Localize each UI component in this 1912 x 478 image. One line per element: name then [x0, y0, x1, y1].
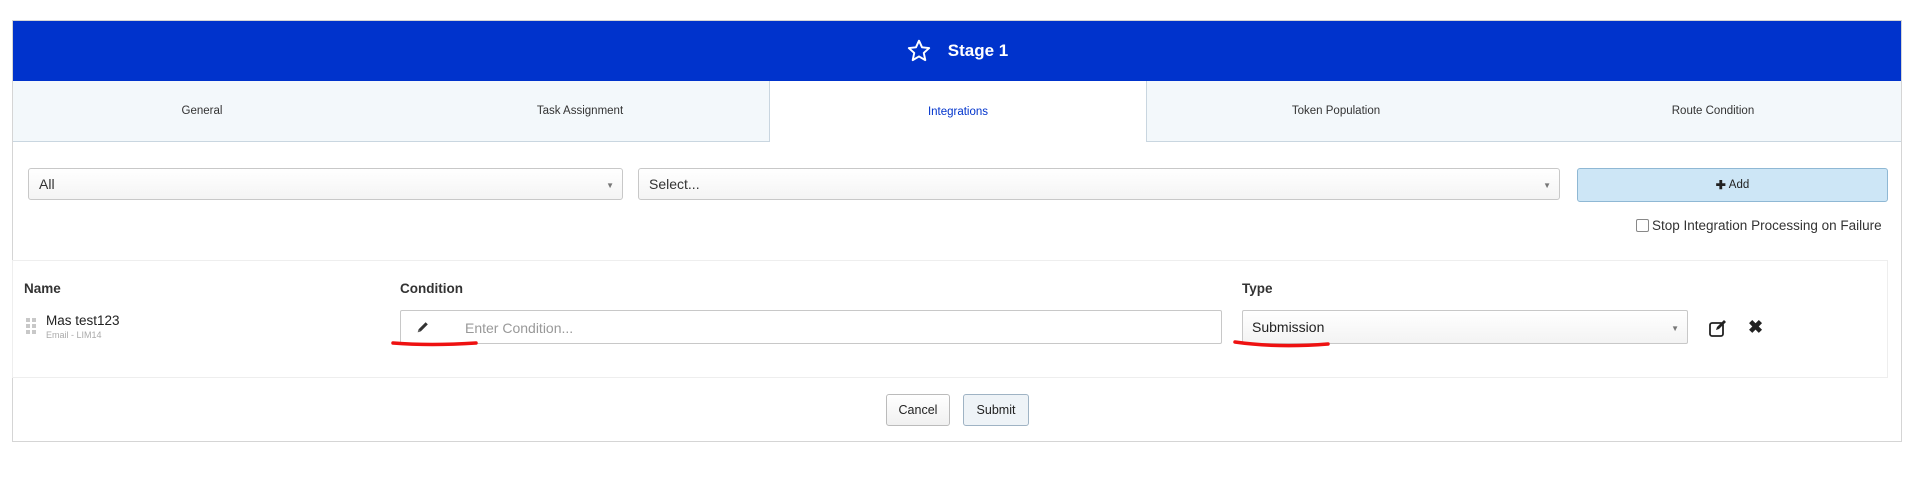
plus-icon: ✚ [1715, 178, 1726, 192]
tab-task-assignment[interactable]: Task Assignment [391, 81, 769, 141]
chevron-down-icon: ▼ [1671, 324, 1679, 333]
stop-processing-label: Stop Integration Processing on Failure [1652, 218, 1882, 233]
integration-name: Mas test123 [46, 313, 120, 328]
drag-handle-icon[interactable] [26, 318, 36, 334]
cancel-button[interactable]: Cancel [886, 394, 950, 426]
add-button[interactable]: ✚ Add [1577, 168, 1888, 202]
tab-integrations[interactable]: Integrations [769, 81, 1147, 142]
add-button-label: Add [1728, 179, 1750, 191]
integration-subtitle: Email - LIM14 [46, 330, 102, 340]
tab-token-population[interactable]: Token Population [1147, 81, 1525, 141]
star-icon [907, 39, 930, 62]
column-header-type: Type [1242, 281, 1273, 296]
type-select-value: Submission [1252, 319, 1325, 335]
chevron-down-icon: ▼ [1543, 181, 1551, 190]
annotation-underline-condition [391, 341, 478, 347]
remove-icon[interactable]: ✖ [1748, 318, 1763, 336]
stage-title: Stage 1 [947, 41, 1009, 60]
stage-header: Stage 1 [13, 21, 1901, 81]
tab-general[interactable]: General [13, 81, 391, 141]
stop-processing-option: Stop Integration Processing on Failure [1636, 218, 1882, 233]
column-header-condition: Condition [400, 281, 463, 296]
stage-panel: Stage 1 General Task Assignment Integrat… [12, 20, 1902, 442]
column-header-name: Name [24, 281, 61, 296]
condition-placeholder: Enter Condition... [465, 320, 574, 336]
tab-bar: General Task Assignment Integrations Tok… [13, 81, 1901, 142]
pencil-icon [417, 322, 428, 333]
category-select-value: All [39, 176, 55, 192]
tab-route-condition[interactable]: Route Condition [1525, 81, 1901, 141]
chevron-down-icon: ▼ [606, 181, 614, 190]
condition-field[interactable]: Enter Condition... [400, 310, 1222, 344]
edit-icon[interactable] [1708, 318, 1728, 338]
integration-select-value: Select... [649, 176, 700, 192]
integration-select[interactable]: Select... ▼ [638, 168, 1560, 200]
annotation-underline-type [1233, 340, 1330, 348]
category-select[interactable]: All ▼ [28, 168, 623, 200]
submit-button[interactable]: Submit [963, 394, 1029, 426]
stop-processing-checkbox[interactable] [1636, 219, 1649, 232]
